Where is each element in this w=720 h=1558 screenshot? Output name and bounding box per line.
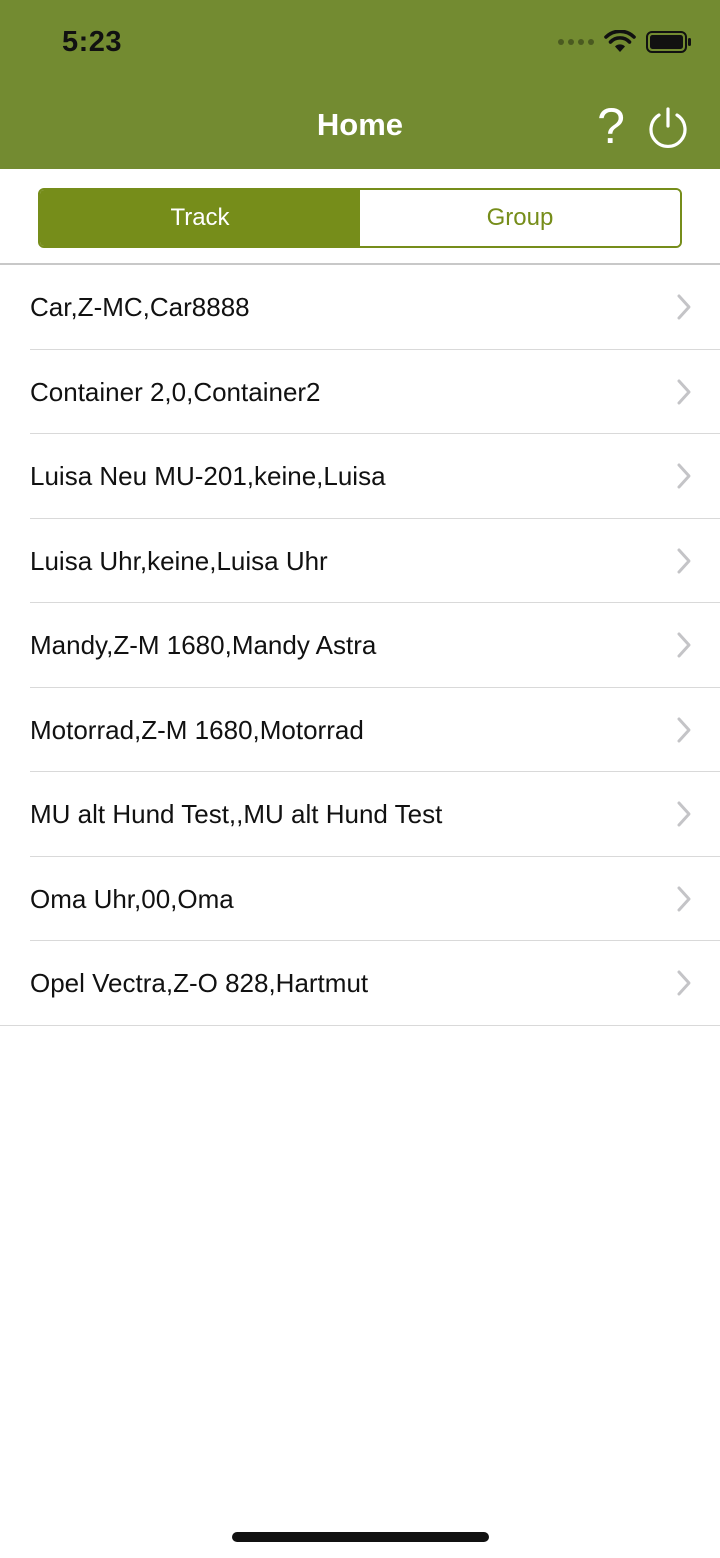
chevron-right-icon bbox=[677, 548, 691, 573]
list-item-label: Car,Z-MC,Car8888 bbox=[30, 292, 250, 322]
list-item[interactable]: MU alt Hund Test,,MU alt Hund Test bbox=[0, 772, 720, 857]
list-item[interactable]: Luisa Uhr,keine,Luisa Uhr bbox=[0, 518, 720, 603]
list-item-label: Luisa Neu MU-201,keine,Luisa bbox=[30, 461, 386, 491]
chevron-right-icon bbox=[677, 801, 691, 827]
chevron-right-icon bbox=[677, 379, 691, 404]
segment-track[interactable]: Track bbox=[40, 190, 360, 246]
list-item[interactable]: Opel Vectra,Z-O 828,Hartmut bbox=[0, 941, 720, 1026]
status-time: 5:23 bbox=[62, 26, 123, 58]
tracker-list: Car,Z-MC,Car8888 Container 2,0,Container… bbox=[0, 265, 720, 1026]
question-mark-icon: ? bbox=[597, 98, 625, 154]
status-indicators bbox=[558, 30, 692, 54]
list-item-label: Oma Uhr,00,Oma bbox=[30, 883, 234, 914]
list-item-label: Motorrad,Z-M 1680,Motorrad bbox=[30, 714, 364, 745]
list-item[interactable]: Mandy,Z-M 1680,Mandy Astra bbox=[0, 603, 720, 688]
home-screen: 5:23 Home ? Track Group Car,Z-MC,Car8888… bbox=[0, 0, 720, 1558]
cellular-signal-icon bbox=[558, 39, 594, 45]
list-item-label: Mandy,Z-M 1680,Mandy Astra bbox=[30, 630, 377, 660]
list-item-label: Luisa Uhr,keine,Luisa Uhr bbox=[30, 545, 328, 576]
chevron-right-icon bbox=[677, 294, 691, 320]
chevron-right-icon bbox=[677, 886, 691, 911]
list-item[interactable]: Luisa Neu MU-201,keine,Luisa bbox=[0, 434, 720, 519]
power-icon[interactable] bbox=[646, 106, 690, 150]
segmented-control: Track Group bbox=[38, 188, 682, 248]
list-item[interactable]: Motorrad,Z-M 1680,Motorrad bbox=[0, 687, 720, 772]
help-button[interactable]: ? bbox=[590, 98, 632, 154]
list-item[interactable]: Container 2,0,Container2 bbox=[0, 349, 720, 434]
list-item[interactable]: Oma Uhr,00,Oma bbox=[0, 856, 720, 941]
app-header: 5:23 Home ? bbox=[0, 0, 720, 169]
list-item-label: MU alt Hund Test,,MU alt Hund Test bbox=[30, 799, 443, 829]
list-item-label: Container 2,0,Container2 bbox=[30, 376, 321, 407]
chevron-right-icon bbox=[677, 970, 691, 996]
segment-group[interactable]: Group bbox=[360, 190, 680, 246]
list-item[interactable]: Car,Z-MC,Car8888 bbox=[0, 265, 720, 350]
battery-icon bbox=[646, 31, 691, 53]
chevron-right-icon bbox=[677, 717, 691, 742]
home-indicator[interactable] bbox=[232, 1532, 489, 1542]
list-item-label: Opel Vectra,Z-O 828,Hartmut bbox=[30, 968, 369, 998]
chevron-right-icon bbox=[677, 632, 691, 658]
wifi-icon bbox=[604, 30, 636, 52]
chevron-right-icon bbox=[677, 463, 691, 489]
